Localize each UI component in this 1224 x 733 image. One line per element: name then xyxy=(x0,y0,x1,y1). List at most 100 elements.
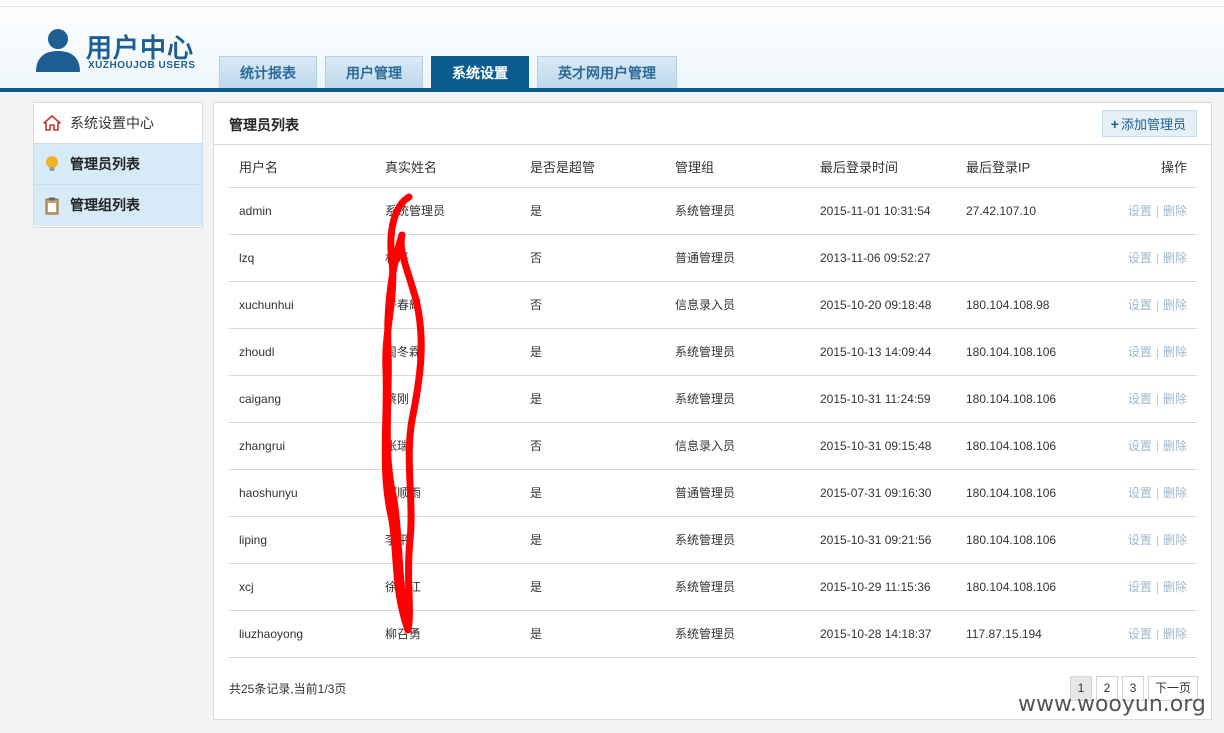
delete-link[interactable]: 删除 xyxy=(1163,486,1187,500)
cell-time: 2015-07-31 09:16:30 xyxy=(810,469,956,517)
main-tabs: 统计报表 用户管理 系统设置 英才网用户管理 xyxy=(219,56,677,88)
clipboard-icon xyxy=(42,196,62,216)
action-separator: | xyxy=(1155,439,1159,453)
cell-time: 2015-10-31 09:21:56 xyxy=(810,516,956,564)
edit-link[interactable]: 设置 xyxy=(1128,204,1152,218)
cell-time: 2015-11-01 10:31:54 xyxy=(810,187,956,235)
edit-link[interactable]: 设置 xyxy=(1128,627,1152,641)
col-last-login-time: 最后登录时间 xyxy=(810,147,956,188)
delete-link[interactable]: 删除 xyxy=(1163,627,1187,641)
edit-link[interactable]: 设置 xyxy=(1128,392,1152,406)
cell-ip: 180.104.108.106 xyxy=(956,422,1101,470)
sidebar-item-admin-list[interactable]: 管理员列表 xyxy=(34,144,202,185)
cell-username: zhangrui xyxy=(229,422,375,470)
cell-group: 系统管理员 xyxy=(665,563,810,611)
table-row: xcj 徐长江是系统管理员 2015-10-29 11:15:36 180.104.1… xyxy=(229,563,1197,611)
cell-realname: 郝顺雨 xyxy=(375,469,520,517)
add-admin-button[interactable]: + 添加管理员 xyxy=(1101,110,1197,137)
cell-realname: 李平 xyxy=(375,516,520,564)
logo-subtitle: XUZHOUJOB USERS xyxy=(88,60,196,71)
cell-super: 是 xyxy=(520,328,665,376)
edit-link[interactable]: 设置 xyxy=(1128,345,1152,359)
cell-time: 2015-10-28 14:18:37 xyxy=(810,610,956,658)
cell-ip: 180.104.108.106 xyxy=(956,328,1101,376)
cell-actions: 设置 | 删除 xyxy=(1101,610,1197,658)
cell-group: 信息录入员 xyxy=(665,422,810,470)
cell-username: liuzhaoyong xyxy=(229,610,375,658)
cell-actions: 设置 | 删除 xyxy=(1101,328,1197,376)
table-row: zhangrui 张瑞否信息录入员 2015-10-31 09:15:48 180.1… xyxy=(229,422,1197,470)
cell-time: 2015-10-29 11:15:36 xyxy=(810,563,956,611)
cell-username: caigang xyxy=(229,375,375,423)
sidebar-heading-label: 系统设置中心 xyxy=(70,114,154,131)
edit-link[interactable]: 设置 xyxy=(1128,298,1152,312)
cell-ip: 180.104.108.106 xyxy=(956,375,1101,423)
cell-group: 信息录入员 xyxy=(665,281,810,329)
cell-time: 2013-11-06 09:52:27 xyxy=(810,234,956,282)
cell-time: 2015-10-20 09:18:48 xyxy=(810,281,956,329)
cell-actions: 设置 | 删除 xyxy=(1101,469,1197,517)
cell-actions: 设置 | 删除 xyxy=(1101,187,1197,235)
edit-link[interactable]: 设置 xyxy=(1128,439,1152,453)
edit-link[interactable]: 设置 xyxy=(1128,580,1152,594)
sidebar-item-label: 管理员列表 xyxy=(70,155,140,172)
delete-link[interactable]: 删除 xyxy=(1163,580,1187,594)
bulb-icon xyxy=(42,154,62,174)
table-row: admin 系统管理员是系统管理员 2015-11-01 10:31:54 27.42… xyxy=(229,187,1197,235)
cell-group: 普通管理员 xyxy=(665,234,810,282)
cell-group: 系统管理员 xyxy=(665,375,810,423)
delete-link[interactable]: 删除 xyxy=(1163,345,1187,359)
cell-super: 是 xyxy=(520,516,665,564)
add-admin-label: 添加管理员 xyxy=(1120,117,1186,132)
cell-username: lzq xyxy=(229,234,375,282)
cell-realname: 徐长江 xyxy=(375,563,520,611)
cell-actions: 设置 | 删除 xyxy=(1101,563,1197,611)
logo[interactable]: 用户中心 XUZHOUJOB USERS xyxy=(34,24,204,74)
edit-link[interactable]: 设置 xyxy=(1128,251,1152,265)
sidebar-heading[interactable]: 系统设置中心 xyxy=(34,103,202,144)
action-separator: | xyxy=(1155,486,1159,500)
cell-realname: 周冬霖 xyxy=(375,328,520,376)
table-row: lzq 林芹否普通管理员 2013-11-06 09:52:27 设置 | 删除 xyxy=(229,234,1197,282)
cell-super: 是 xyxy=(520,610,665,658)
col-super: 是否是超管 xyxy=(520,147,665,188)
sidebar-item-group-list[interactable]: 管理组列表 xyxy=(34,185,202,226)
home-icon xyxy=(42,113,62,133)
action-separator: | xyxy=(1155,251,1159,265)
cell-super: 否 xyxy=(520,281,665,329)
cell-time: 2015-10-31 11:24:59 xyxy=(810,375,956,423)
delete-link[interactable]: 删除 xyxy=(1163,439,1187,453)
cell-realname: 林芹 xyxy=(375,234,520,282)
cell-group: 系统管理员 xyxy=(665,516,810,564)
action-separator: | xyxy=(1155,627,1159,641)
cell-super: 是 xyxy=(520,375,665,423)
cell-actions: 设置 | 删除 xyxy=(1101,375,1197,423)
tab-2[interactable]: 系统设置 xyxy=(431,56,529,88)
delete-link[interactable]: 删除 xyxy=(1163,298,1187,312)
cell-group: 普通管理员 xyxy=(665,469,810,517)
delete-link[interactable]: 删除 xyxy=(1163,251,1187,265)
cell-super: 否 xyxy=(520,234,665,282)
edit-link[interactable]: 设置 xyxy=(1128,533,1152,547)
table-row: liping 李平是系统管理员 2015-10-31 09:21:56 180.104… xyxy=(229,516,1197,564)
delete-link[interactable]: 删除 xyxy=(1163,533,1187,547)
tab-1[interactable]: 用户管理 xyxy=(325,56,423,88)
table-row: haoshunyu 郝顺雨是普通管理员 2015-07-31 09:16:30 180… xyxy=(229,469,1197,517)
col-group: 管理组 xyxy=(665,147,810,188)
cell-group: 系统管理员 xyxy=(665,610,810,658)
cell-actions: 设置 | 删除 xyxy=(1101,281,1197,329)
tab-0[interactable]: 统计报表 xyxy=(219,56,317,88)
edit-link[interactable]: 设置 xyxy=(1128,486,1152,500)
sidebar: 系统设置中心 管理员列表 管理组列表 xyxy=(33,102,203,228)
table-header-row: 用户名 真实姓名 是否是超管 管理组 最后登录时间 最后登录IP 操作 xyxy=(229,147,1197,188)
cell-ip: 180.104.108.106 xyxy=(956,469,1101,517)
cell-ip xyxy=(956,234,1101,282)
cell-time: 2015-10-13 14:09:44 xyxy=(810,328,956,376)
cell-ip: 180.104.108.98 xyxy=(956,281,1101,329)
delete-link[interactable]: 删除 xyxy=(1163,392,1187,406)
cell-realname: 许春辉 xyxy=(375,281,520,329)
cell-realname: 系统管理员 xyxy=(375,187,520,235)
tab-3[interactable]: 英才网用户管理 xyxy=(537,56,677,88)
delete-link[interactable]: 删除 xyxy=(1163,204,1187,218)
cell-username: haoshunyu xyxy=(229,469,375,517)
